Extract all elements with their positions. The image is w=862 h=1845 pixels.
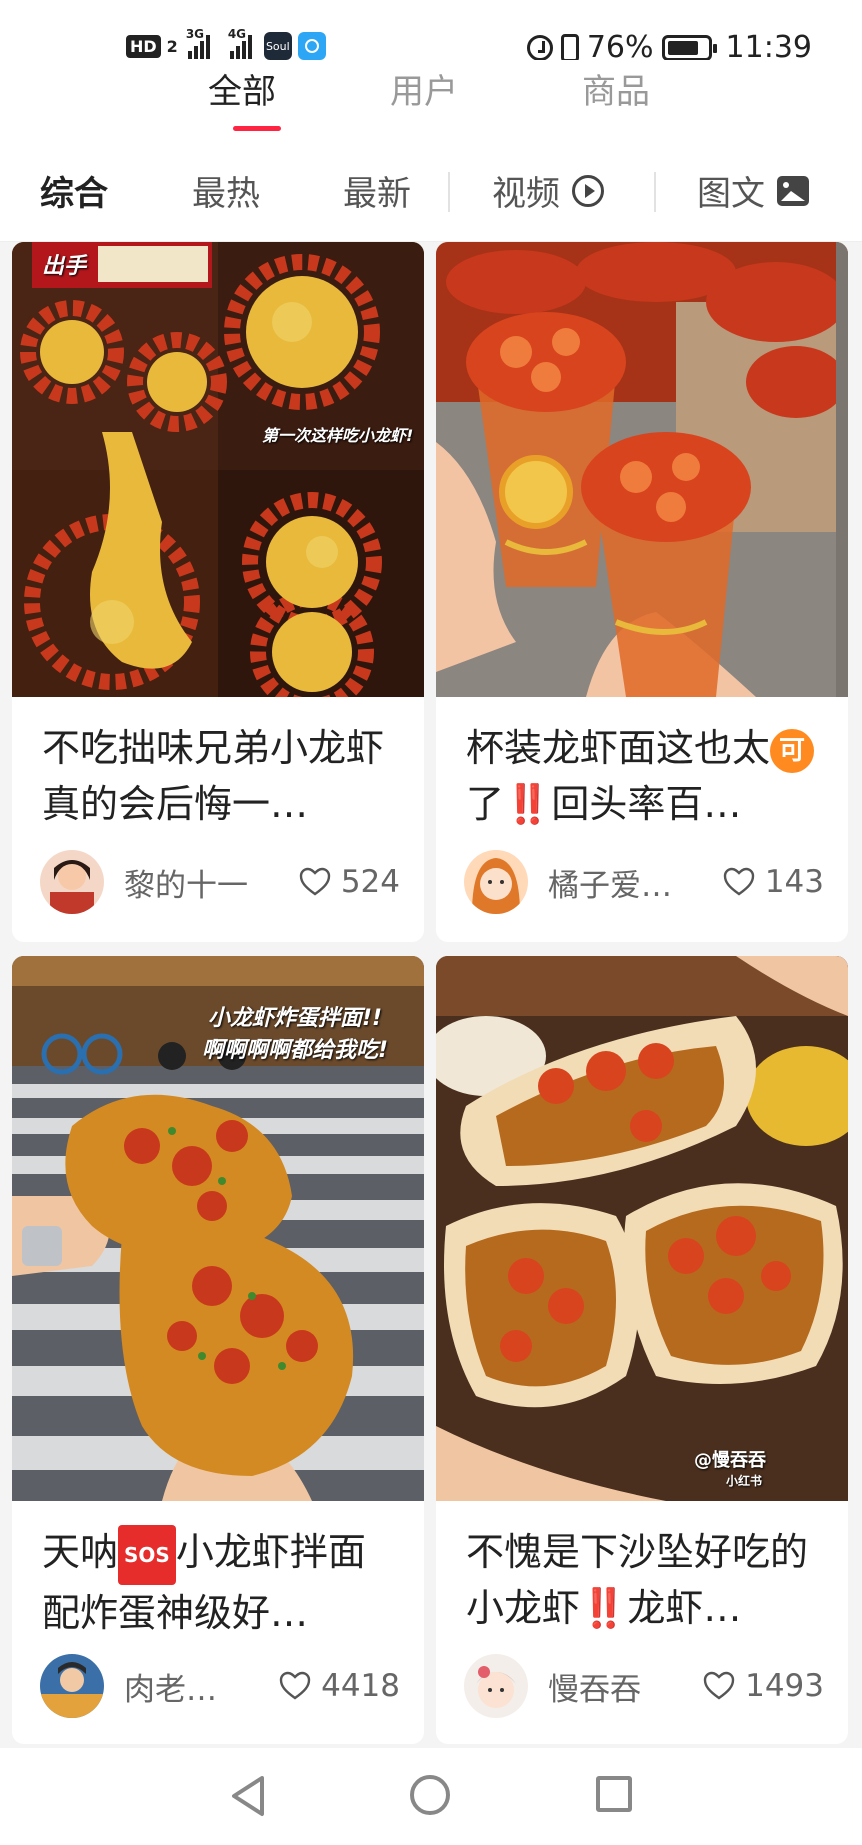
like-button[interactable]: 1493 bbox=[703, 1668, 824, 1704]
like-count: 1493 bbox=[745, 1668, 824, 1704]
like-count: 524 bbox=[340, 864, 400, 900]
note-meta: 肉老… 4418 bbox=[40, 1654, 400, 1718]
filter-bar: 综合 最热 最新 视频 图文 bbox=[0, 136, 862, 242]
note-title-text: 天呐 bbox=[42, 1530, 119, 1574]
heart-icon bbox=[279, 1671, 311, 1700]
filter-divider bbox=[654, 172, 656, 212]
top-tabs: 全部 用户 商品 bbox=[0, 60, 862, 136]
note-cover-image[interactable]: 出手 第一次这样吃小龙虾! bbox=[12, 242, 424, 697]
alarm-icon bbox=[526, 34, 553, 61]
filter-comprehensive[interactable]: 综合 bbox=[40, 166, 108, 215]
filter-hottest[interactable]: 最热 bbox=[192, 166, 260, 215]
battery-icon bbox=[661, 34, 717, 61]
cover-text: 小龙虾炸蛋拌面!! bbox=[208, 1006, 383, 1031]
watermark: 小红书 bbox=[726, 1474, 763, 1488]
author-name[interactable]: 橘子爱… bbox=[548, 860, 723, 905]
note-title-text: 不吃拙味兄弟小龙虾真的会后悔一… bbox=[42, 726, 385, 826]
cover-text: 啊啊啊啊都给我吃! bbox=[202, 1038, 389, 1063]
note-card[interactable]: @慢吞吞 小红书 不愧是下沙坠好吃的小龙虾‼️龙虾… 慢吞吞 1493 bbox=[436, 956, 848, 1744]
filter-image-text[interactable]: 图文 bbox=[697, 166, 809, 215]
signal-4g-icon: 4G bbox=[228, 27, 252, 59]
heart-icon bbox=[299, 867, 331, 896]
cover-text: 出手 bbox=[42, 254, 87, 279]
note-meta: 橘子爱… 143 bbox=[464, 850, 824, 914]
filter-video[interactable]: 视频 bbox=[492, 166, 604, 215]
system-nav-bar bbox=[0, 1748, 862, 1845]
like-button[interactable]: 4418 bbox=[279, 1668, 400, 1704]
note-cover-image[interactable] bbox=[436, 242, 848, 697]
author-name[interactable]: 慢吞吞 bbox=[548, 1664, 703, 1709]
tab-products[interactable]: 商品 bbox=[582, 64, 650, 113]
note-meta: 黎的十一 524 bbox=[40, 850, 400, 914]
avatar[interactable] bbox=[40, 850, 104, 914]
note-title-text: 龙虾… bbox=[627, 1586, 742, 1630]
search-app-icon bbox=[297, 32, 326, 60]
avatar[interactable] bbox=[464, 850, 528, 914]
filter-video-label: 视频 bbox=[492, 174, 560, 214]
signal-3g-icon: 3G bbox=[186, 27, 210, 59]
double-exclamation-icon: ‼️ bbox=[580, 1586, 628, 1630]
note-title[interactable]: 不愧是下沙坠好吃的小龙虾‼️龙虾… bbox=[466, 1524, 824, 1636]
filter-image-text-label: 图文 bbox=[697, 174, 765, 214]
note-card[interactable]: 出手 第一次这样吃小龙虾! 不吃拙味兄弟小龙虾真的会后悔一… 黎的十一 524 bbox=[12, 242, 424, 942]
hd-sub: 2 bbox=[166, 36, 178, 56]
status-left: HD 2 3G 4G Soul bbox=[126, 27, 326, 60]
note-title-text: 了 bbox=[466, 782, 505, 826]
tab-all[interactable]: 全部 bbox=[208, 64, 276, 113]
heart-icon bbox=[703, 1671, 735, 1700]
tab-users[interactable]: 用户 bbox=[390, 64, 458, 113]
like-count: 4418 bbox=[321, 1668, 400, 1704]
note-title-text: 杯装龙虾面这也太 bbox=[466, 726, 771, 770]
author-name[interactable]: 肉老… bbox=[124, 1664, 279, 1709]
watermark: @慢吞吞 bbox=[694, 1450, 766, 1471]
note-title-text: 回头率百… bbox=[551, 782, 742, 826]
note-card[interactable]: 小龙虾炸蛋拌面!! 啊啊啊啊都给我吃! 天呐 SOS 小龙虾拌面配炸蛋神级好… 肉老… bbox=[12, 956, 424, 1744]
filter-divider bbox=[448, 172, 450, 212]
home-icon[interactable] bbox=[410, 1775, 450, 1815]
filter-newest[interactable]: 最新 bbox=[343, 166, 411, 215]
like-count: 143 bbox=[764, 864, 824, 900]
author-name[interactable]: 黎的十一 bbox=[124, 860, 299, 905]
recent-apps-icon[interactable] bbox=[596, 1776, 632, 1812]
heart-icon bbox=[723, 867, 755, 896]
like-button[interactable]: 524 bbox=[299, 864, 400, 900]
note-title[interactable]: 不吃拙味兄弟小龙虾真的会后悔一… bbox=[42, 720, 400, 832]
active-tab-indicator bbox=[233, 126, 281, 131]
sos-icon: SOS bbox=[118, 1524, 176, 1585]
avatar[interactable] bbox=[464, 1654, 528, 1718]
cover-text: 第一次这样吃小龙虾! bbox=[262, 426, 414, 445]
note-meta: 慢吞吞 1493 bbox=[464, 1654, 824, 1718]
emoji-ke: 可 bbox=[770, 728, 815, 773]
note-card[interactable]: 杯装龙虾面这也太 可了‼️回头率百… 橘子爱… 143 bbox=[436, 242, 848, 942]
soul-app-icon: Soul bbox=[263, 32, 292, 60]
image-icon bbox=[777, 175, 809, 206]
like-button[interactable]: 143 bbox=[723, 864, 824, 900]
note-cover-image[interactable]: @慢吞吞 小红书 bbox=[436, 956, 848, 1501]
note-title[interactable]: 杯装龙虾面这也太 可了‼️回头率百… bbox=[466, 720, 824, 832]
hd-badge: HD bbox=[126, 34, 161, 58]
note-title[interactable]: 天呐 SOS 小龙虾拌面配炸蛋神级好… bbox=[42, 1524, 400, 1641]
vibrate-icon bbox=[560, 33, 579, 62]
play-icon bbox=[572, 174, 604, 207]
back-icon[interactable] bbox=[228, 1774, 268, 1818]
double-exclamation-icon: ‼️ bbox=[504, 782, 552, 826]
avatar[interactable] bbox=[40, 1654, 104, 1718]
note-cover-image[interactable]: 小龙虾炸蛋拌面!! 啊啊啊啊都给我吃! bbox=[12, 956, 424, 1501]
